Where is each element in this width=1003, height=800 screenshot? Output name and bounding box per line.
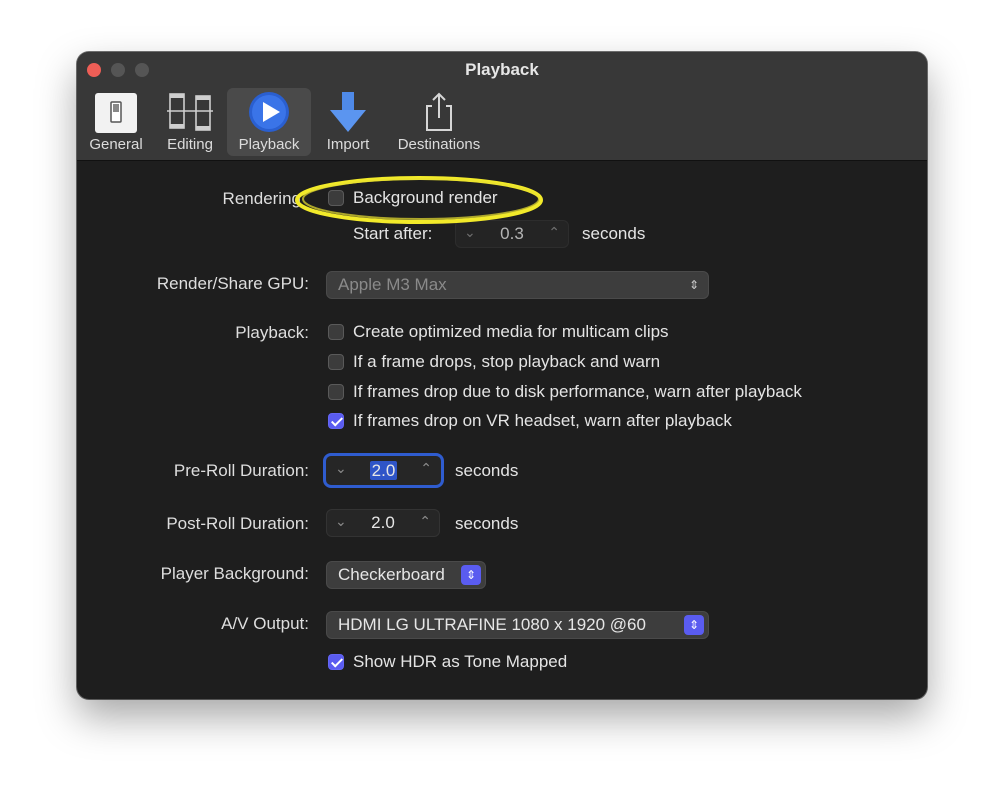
- playback-label: Playback:: [235, 323, 309, 342]
- gpu-label: Render/Share GPU:: [156, 274, 309, 293]
- chevron-up-icon[interactable]: ⌃: [419, 513, 431, 530]
- general-switch-icon: [85, 90, 147, 134]
- av-output-popup[interactable]: HDMI LG ULTRAFINE 1080 x 1920 @60 ⇕: [326, 611, 709, 639]
- preroll-value[interactable]: 2.0: [369, 461, 398, 480]
- disk-performance-warn-label: If frames drop due to disk performance, …: [353, 382, 802, 401]
- window-title: Playback: [465, 60, 539, 79]
- hdr-tone-mapped-checkbox[interactable]: [328, 654, 344, 670]
- disk-performance-warn-checkbox[interactable]: [328, 384, 344, 400]
- play-circle-icon: [227, 90, 311, 134]
- av-output-label: A/V Output:: [221, 614, 309, 633]
- start-after-label: Start after:: [353, 224, 433, 243]
- vr-headset-warn-label: If frames drop on VR headset, warn after…: [353, 411, 732, 430]
- tab-import[interactable]: Import: [318, 88, 378, 156]
- background-render-checkbox[interactable]: [328, 190, 344, 206]
- start-after-stepper[interactable]: ⌄ 0.3 ⌃: [455, 220, 569, 248]
- multicam-optimized-label: Create optimized media for multicam clip…: [353, 322, 669, 341]
- titlebar: Playback General Editing Playback Import…: [77, 52, 927, 161]
- chevron-up-icon[interactable]: ⌃: [548, 224, 560, 241]
- share-icon: [391, 90, 487, 134]
- tab-import-label: Import: [326, 136, 370, 153]
- postroll-stepper[interactable]: ⌄ 2.0 ⌃: [326, 509, 440, 537]
- preroll-unit: seconds: [455, 461, 519, 480]
- import-arrow-icon: [318, 90, 378, 134]
- film-editing-icon: [159, 90, 221, 134]
- tab-editing[interactable]: Editing: [159, 88, 221, 156]
- updown-chevron-icon: ⇕: [461, 565, 481, 585]
- frame-drop-stop-label: If a frame drops, stop playback and warn: [353, 352, 661, 371]
- tab-playback[interactable]: Playback: [227, 88, 311, 156]
- preferences-window: Playback General Editing Playback Import…: [77, 52, 927, 699]
- postroll-label: Post-Roll Duration:: [166, 514, 309, 533]
- updown-chevron-icon: ⇕: [688, 278, 700, 292]
- player-background-label: Player Background:: [160, 564, 309, 583]
- updown-chevron-icon: ⇕: [684, 615, 704, 635]
- tab-editing-label: Editing: [167, 136, 213, 153]
- background-render-label: Background render: [353, 188, 498, 207]
- hdr-tone-mapped-label: Show HDR as Tone Mapped: [353, 652, 568, 671]
- tab-destinations[interactable]: Destinations: [391, 88, 487, 156]
- gpu-popup[interactable]: Apple M3 Max ⇕: [326, 271, 709, 299]
- start-after-unit: seconds: [582, 224, 646, 243]
- av-output-value: HDMI LG ULTRAFINE 1080 x 1920 @60: [338, 615, 646, 634]
- preroll-stepper[interactable]: ⌄ 2.0 ⌃: [323, 453, 444, 488]
- tab-destinations-label: Destinations: [397, 136, 481, 153]
- preroll-label: Pre-Roll Duration:: [173, 461, 309, 480]
- player-background-value: Checkerboard: [338, 565, 445, 584]
- player-background-popup[interactable]: Checkerboard ⇕: [326, 561, 486, 589]
- multicam-optimized-checkbox[interactable]: [328, 324, 344, 340]
- tab-playback-label: Playback: [238, 136, 300, 153]
- postroll-unit: seconds: [455, 514, 519, 533]
- tab-general[interactable]: General: [85, 88, 147, 156]
- vr-headset-warn-checkbox[interactable]: [328, 413, 344, 429]
- frame-drop-stop-checkbox[interactable]: [328, 354, 344, 370]
- gpu-value: Apple M3 Max: [338, 275, 447, 294]
- rendering-label: Rendering: [222, 189, 301, 208]
- chevron-up-icon[interactable]: ⌃: [420, 460, 432, 477]
- tab-general-label: General: [89, 136, 143, 153]
